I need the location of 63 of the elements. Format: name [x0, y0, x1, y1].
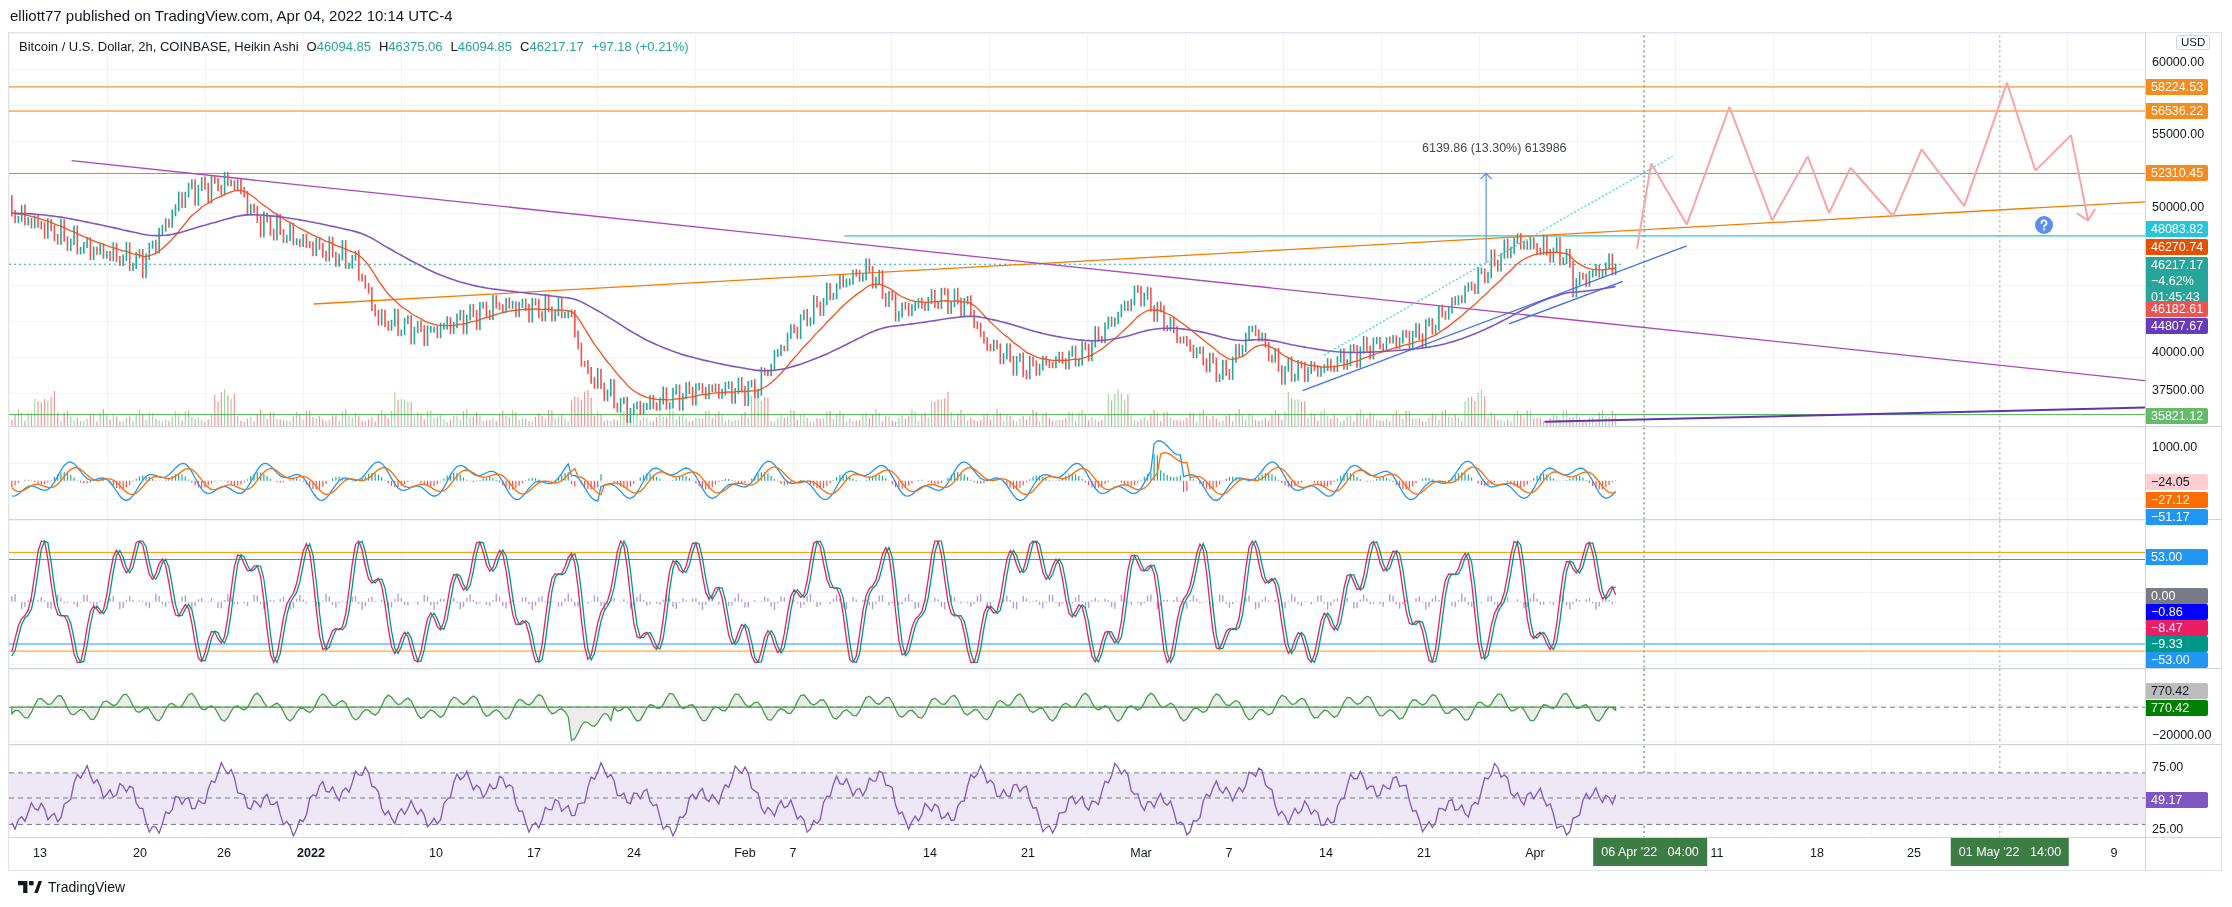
price-badge: −8.47: [2146, 620, 2208, 636]
ohlc-value: O46094.85: [306, 39, 371, 54]
axis-label: 55000.00: [2152, 126, 2205, 142]
measure-label: 6139.86 (13.30%) 613986: [1422, 141, 1567, 155]
time-label: 18: [1810, 846, 1824, 860]
axis-label: 60000.00: [2152, 54, 2205, 70]
price-badge: 44807.67: [2146, 318, 2209, 334]
axis-label: 1000.00: [2152, 439, 2198, 455]
price-badge: −51.17: [2146, 509, 2208, 525]
price-badge: 46270.74: [2146, 239, 2209, 255]
time-label: 7: [1225, 846, 1233, 860]
price-badge: −53.00: [2146, 652, 2208, 668]
time-label: 25: [1907, 846, 1921, 860]
price-badge: 53.00: [2146, 549, 2208, 565]
time-label: 21: [1021, 846, 1035, 860]
axis-label: −20000.00: [2152, 727, 2212, 743]
time-label: 10: [429, 846, 443, 860]
price-badge: 48083.82: [2146, 221, 2209, 237]
price-badge: 770.42: [2146, 700, 2208, 716]
axis-label: 25.00: [2152, 821, 2184, 837]
question-icon[interactable]: [2035, 216, 2053, 234]
time-label: 20: [133, 846, 147, 860]
time-label: 7: [789, 846, 797, 860]
publish-info: elliott77 published on TradingView.com, Apr 04, 2022 10:14 UTC-4: [9, 6, 454, 26]
ohlc-value: C46217.17: [520, 39, 584, 54]
ohlc-value: L46094.85: [450, 39, 513, 54]
price-badge: 49.17: [2146, 792, 2208, 808]
logo-icon: [18, 881, 42, 893]
price-badge: −27.12: [2146, 492, 2208, 508]
price-badge: 58224.53: [2146, 79, 2209, 95]
axis-label: 37500.00: [2152, 382, 2205, 398]
currency-button[interactable]: USD: [2176, 35, 2211, 50]
time-label: Feb: [734, 846, 756, 860]
price-badge: 35821.12: [2146, 408, 2209, 424]
price-badge: 52310.45: [2146, 165, 2209, 181]
time-badge: 01 May '22 14:00: [1950, 838, 2070, 866]
time-label: 2022: [297, 846, 325, 860]
axis-label: 75.00: [2152, 759, 2184, 775]
time-label: 14: [1319, 846, 1333, 860]
price-badge: −0.86: [2146, 604, 2208, 620]
price-badge: 0.00: [2146, 588, 2208, 604]
time-label: Apr: [1525, 846, 1545, 860]
price-badge: 46182.61: [2146, 301, 2209, 317]
price-badge: −9.33: [2146, 636, 2208, 652]
price-change: +97.18 (+0.21%): [591, 39, 689, 54]
time-badge: 06 Apr '22 04:00: [1593, 838, 1707, 866]
ohlc-value: H46375.06: [378, 39, 443, 54]
price-badge: −24.05: [2146, 474, 2208, 490]
time-label: 13: [33, 846, 47, 860]
time-label: 14: [923, 846, 937, 860]
price-badge: 56536.22: [2146, 103, 2209, 119]
price-badge: 770.42: [2146, 683, 2208, 699]
axis-label: 40000.00: [2152, 344, 2205, 360]
axis-label: 50000.00: [2152, 199, 2205, 215]
time-label: 26: [217, 846, 231, 860]
time-label: 24: [627, 846, 641, 860]
time-label: 11: [1710, 846, 1724, 860]
brand-name: TradingView: [48, 879, 126, 895]
time-label: Mar: [1130, 846, 1152, 860]
time-label: 17: [527, 846, 541, 860]
time-label: 21: [1417, 846, 1431, 860]
time-label: 9: [2110, 846, 2118, 860]
symbol-title: Bitcoin / U.S. Dollar, 2h, COINBASE, Heikin Ashi: [19, 39, 299, 54]
